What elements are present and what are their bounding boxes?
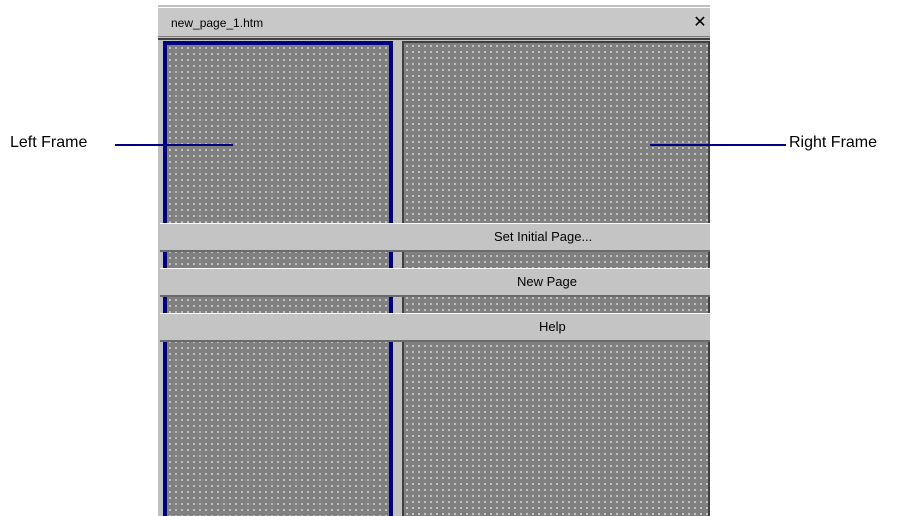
title-bar: new_page_1.htm ✕: [158, 7, 710, 37]
help-label: Help: [539, 319, 566, 334]
set-initial-page-button[interactable]: Set Initial Page...: [160, 223, 710, 252]
left-frame-callout-label: Left Frame: [10, 134, 88, 151]
new-page-label: New Page: [517, 274, 577, 289]
right-frame-callout-label: Right Frame: [789, 134, 878, 151]
set-initial-page-label: Set Initial Page...: [494, 229, 593, 244]
left-frame-leader-line: [115, 144, 233, 146]
frames-page-window: new_page_1.htm ✕ Set Initial Page... New…: [158, 5, 710, 516]
close-icon[interactable]: ✕: [692, 12, 708, 32]
title-divider: [158, 38, 710, 40]
page-title: new_page_1.htm: [171, 16, 264, 30]
help-button[interactable]: Help: [160, 313, 710, 342]
right-frame-leader-line: [650, 144, 786, 146]
new-page-button[interactable]: New Page: [160, 268, 710, 297]
